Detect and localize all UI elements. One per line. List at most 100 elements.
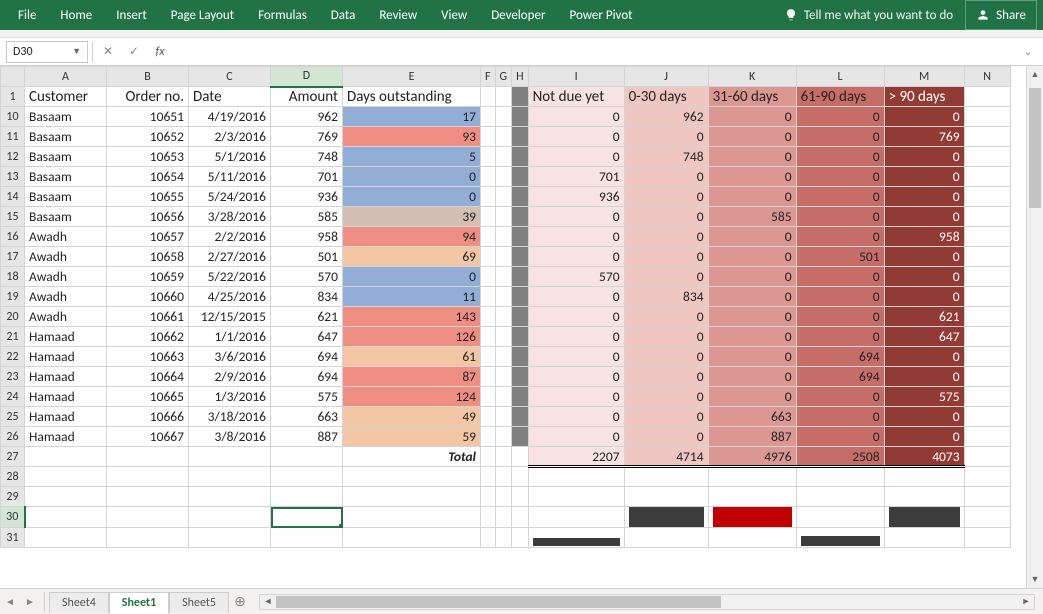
cell[interactable]: 0 — [708, 387, 796, 407]
cell[interactable] — [528, 507, 624, 528]
expand-formula-bar-icon[interactable]: ⌄ — [1019, 45, 1037, 58]
cell[interactable]: Basaam — [25, 127, 107, 147]
row-header[interactable]: 30 — [1, 507, 25, 528]
row-header[interactable]: 13 — [1, 167, 25, 187]
column-label[interactable]: Not due yet — [528, 87, 624, 107]
cell[interactable]: 10652 — [107, 127, 189, 147]
cell[interactable]: 0 — [708, 107, 796, 127]
cell[interactable]: 0 — [624, 367, 708, 387]
cell[interactable] — [481, 207, 496, 227]
cell[interactable]: 94 — [343, 227, 481, 247]
cell[interactable]: 0 — [528, 347, 624, 367]
cell[interactable] — [512, 307, 528, 327]
cell[interactable] — [528, 487, 624, 507]
cell[interactable] — [189, 507, 271, 528]
cell[interactable]: 887 — [271, 427, 343, 447]
cell[interactable] — [189, 528, 271, 548]
cell[interactable] — [512, 207, 528, 227]
cell[interactable]: 0 — [796, 287, 884, 307]
cell[interactable]: 4/25/2016 — [189, 287, 271, 307]
cell[interactable]: 769 — [271, 127, 343, 147]
cell[interactable]: 0 — [624, 247, 708, 267]
cell[interactable]: 663 — [708, 407, 796, 427]
cell[interactable] — [624, 528, 708, 548]
cell[interactable]: 834 — [624, 287, 708, 307]
col-header-H[interactable]: H — [512, 67, 528, 87]
cell[interactable]: 694 — [796, 347, 884, 367]
cell[interactable]: 0 — [528, 247, 624, 267]
scroll-down-icon[interactable]: ▼ — [1027, 571, 1043, 588]
name-box[interactable]: D30 ▼ — [6, 41, 88, 63]
cell[interactable] — [481, 307, 496, 327]
cell[interactable] — [495, 427, 512, 447]
ribbon-tab-home[interactable]: Home — [48, 0, 104, 30]
cell[interactable]: 748 — [624, 147, 708, 167]
cell[interactable] — [495, 227, 512, 247]
cell[interactable]: 570 — [528, 267, 624, 287]
ribbon-tab-data[interactable]: Data — [319, 0, 368, 30]
cell[interactable]: 4714 — [624, 447, 708, 467]
cell[interactable] — [512, 187, 528, 207]
cell[interactable]: 0 — [624, 187, 708, 207]
cell[interactable] — [708, 528, 796, 548]
cell[interactable] — [495, 267, 512, 287]
cell[interactable]: 124 — [343, 387, 481, 407]
cell[interactable]: 5/22/2016 — [189, 267, 271, 287]
new-sheet-button[interactable]: ⊕ — [229, 593, 251, 610]
col-header-F[interactable]: F — [481, 67, 496, 87]
sheet-tab-sheet5[interactable]: Sheet5 — [169, 592, 229, 613]
share-button[interactable]: Share — [965, 0, 1037, 30]
cell[interactable] — [481, 167, 496, 187]
row-header[interactable]: 26 — [1, 427, 25, 447]
cell[interactable]: 3/6/2016 — [189, 347, 271, 367]
cell[interactable] — [481, 287, 496, 307]
cell[interactable]: 0 — [708, 147, 796, 167]
cell[interactable]: 0 — [884, 207, 964, 227]
cell[interactable]: 621 — [271, 307, 343, 327]
cell[interactable]: 10660 — [107, 287, 189, 307]
cell[interactable] — [512, 367, 528, 387]
cell[interactable] — [481, 147, 496, 167]
col-header-G[interactable]: G — [495, 67, 512, 87]
cell[interactable] — [796, 528, 884, 548]
cell[interactable] — [708, 467, 796, 487]
cell[interactable]: 647 — [884, 327, 964, 347]
row-header[interactable]: 20 — [1, 307, 25, 327]
horizontal-scrollbar[interactable]: ◄ ► — [259, 594, 1035, 610]
cell[interactable]: 0 — [796, 307, 884, 327]
cell[interactable] — [964, 107, 1010, 127]
cell[interactable] — [481, 247, 496, 267]
column-label[interactable]: > 90 days — [884, 87, 964, 107]
ribbon-tab-formulas[interactable]: Formulas — [246, 0, 319, 30]
cell[interactable]: Hamaad — [25, 387, 107, 407]
cell[interactable]: 0 — [528, 367, 624, 387]
cell[interactable]: 17 — [343, 107, 481, 127]
cell[interactable] — [481, 528, 496, 548]
cell[interactable] — [495, 367, 512, 387]
cell[interactable]: 10658 — [107, 247, 189, 267]
cell[interactable]: 575 — [271, 387, 343, 407]
cell[interactable] — [495, 127, 512, 147]
cancel-formula-icon[interactable]: ✕ — [97, 41, 119, 63]
spreadsheet-grid[interactable]: ABCDEFGHIJKLMN1CustomerOrder no.DateAmou… — [0, 66, 1043, 588]
cell[interactable]: 10659 — [107, 267, 189, 287]
cell[interactable]: 0 — [796, 227, 884, 247]
cell[interactable] — [481, 387, 496, 407]
cell[interactable]: 0 — [884, 187, 964, 207]
cell[interactable]: 3/8/2016 — [189, 427, 271, 447]
cell[interactable]: 0 — [528, 327, 624, 347]
cell[interactable]: 0 — [624, 407, 708, 427]
cell[interactable] — [343, 487, 481, 507]
cell[interactable]: 10665 — [107, 387, 189, 407]
cell[interactable]: 0 — [884, 287, 964, 307]
cell[interactable] — [964, 528, 1010, 548]
cell[interactable]: 0 — [343, 167, 481, 187]
cell[interactable]: 0 — [884, 367, 964, 387]
cell[interactable]: 4/19/2016 — [189, 107, 271, 127]
cell[interactable]: 585 — [708, 207, 796, 227]
cell[interactable]: Total — [343, 447, 481, 467]
chevron-down-icon[interactable]: ▼ — [72, 46, 81, 57]
cell[interactable]: 10664 — [107, 367, 189, 387]
cell[interactable]: 570 — [271, 267, 343, 287]
cell[interactable] — [964, 247, 1010, 267]
